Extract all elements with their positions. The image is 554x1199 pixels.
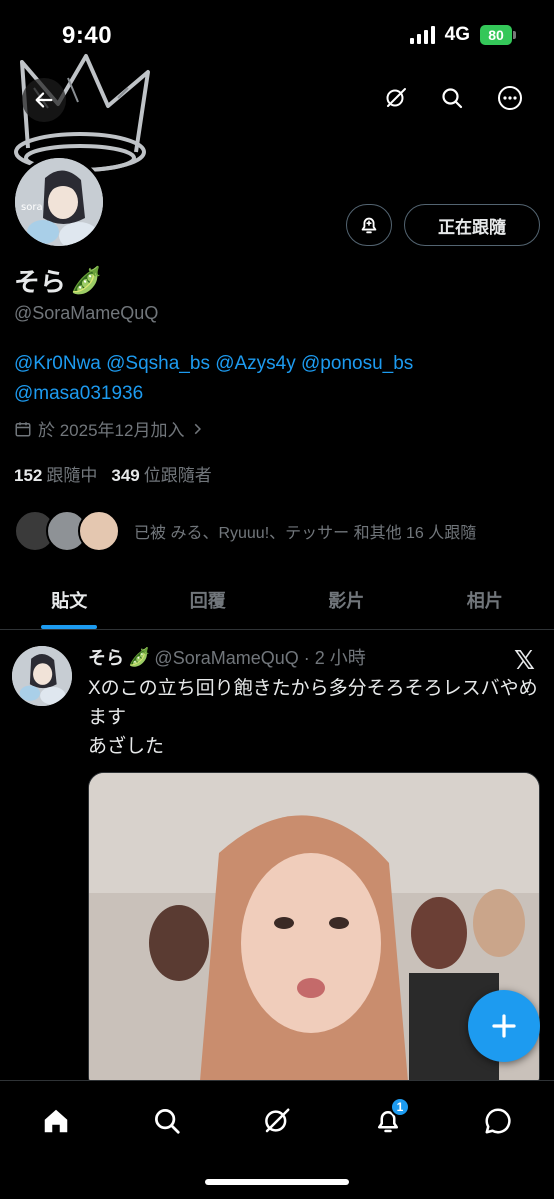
following-button[interactable]: 正在跟隨	[404, 204, 540, 246]
nav-search[interactable]	[143, 1097, 191, 1145]
post-avatar[interactable]	[12, 646, 72, 706]
nav-notifications[interactable]: 1	[364, 1097, 412, 1145]
tab-posts[interactable]: 貼文	[0, 570, 139, 629]
followers-stat[interactable]: 349 位跟隨者	[111, 461, 211, 486]
post-text: Xのこの立ち回り飽きたから多分そろそろレスバやめます あざした	[88, 678, 538, 757]
search-icon	[155, 1109, 180, 1134]
status-time: 9:40	[62, 22, 113, 49]
bio-mentions-line2[interactable]: @masa031936	[14, 379, 534, 409]
x-logo-icon: 𝕏	[514, 645, 535, 675]
pea-emoji: 🫛	[70, 265, 103, 295]
post-author-emoji: 🫛	[128, 646, 151, 667]
network-label: 4G	[444, 24, 470, 45]
profile-handle: @SoraMameQuQ	[14, 303, 159, 323]
profile-tabs: 貼文 回覆 影片 相片	[0, 570, 554, 630]
tab-replies[interactable]: 回覆	[139, 570, 278, 629]
chat-icon	[485, 1108, 511, 1134]
profile-avatar[interactable]: sora	[12, 155, 106, 249]
back-button[interactable]	[22, 78, 66, 122]
followed-by-row[interactable]: 已被 みる、Ryuuu!、テッサー 和其他 16 人跟隨	[14, 510, 476, 552]
chevron-right-icon	[195, 423, 202, 434]
follower-avatar	[78, 510, 120, 552]
signal-icon	[409, 26, 435, 44]
tab-videos[interactable]: 影片	[277, 570, 416, 629]
post-meta: @SoraMameQuQ · 2 小時	[154, 648, 366, 668]
followed-by-text: 已被 みる、Ryuuu!、テッサー 和其他 16 人跟隨	[134, 525, 477, 542]
nav-home[interactable]	[32, 1097, 80, 1145]
display-name-text: そら	[14, 267, 67, 297]
joined-text: 於 2025年12月加入	[38, 421, 185, 440]
battery-icon: 80	[480, 25, 516, 45]
notification-badge: 1	[390, 1097, 410, 1117]
search-icon	[442, 88, 463, 109]
grok-icon	[386, 88, 406, 107]
status-indicators: 4G 80	[409, 24, 516, 46]
home-indicator	[205, 1179, 349, 1185]
grok-button[interactable]	[376, 78, 416, 118]
compose-button[interactable]	[468, 990, 540, 1062]
post-author-name[interactable]: そら	[88, 644, 124, 670]
notify-button[interactable]	[346, 204, 392, 246]
avatar-text: sora	[21, 202, 43, 213]
plus-icon	[492, 1014, 516, 1038]
display-name: そら 🫛	[14, 262, 102, 299]
arrow-left-icon	[35, 92, 53, 108]
bell-plus-icon	[361, 217, 377, 234]
grok-icon	[265, 1108, 290, 1133]
home-icon	[44, 1109, 68, 1133]
following-stat[interactable]: 152 跟隨中	[14, 461, 97, 486]
more-button[interactable]	[490, 78, 530, 118]
more-icon	[498, 86, 522, 110]
follow-stats: 152 跟隨中 349 位跟隨者	[14, 461, 212, 486]
search-button[interactable]	[432, 78, 472, 118]
nav-grok[interactable]	[253, 1097, 301, 1145]
calendar-icon	[15, 421, 31, 436]
post-header: そら 🫛 @SoraMameQuQ · 2 小時	[88, 644, 366, 670]
bottom-nav: 1	[0, 1080, 554, 1199]
joined-date: 於 2025年12月加入	[14, 416, 204, 441]
nav-messages[interactable]	[474, 1097, 522, 1145]
battery-level: 80	[480, 25, 512, 45]
bio-mentions-line1[interactable]: @Kr0Nwa @Sqsha_bs @Azys4y @ponosu_bs	[14, 349, 534, 379]
profile-bio: @Kr0Nwa @Sqsha_bs @Azys4y @ponosu_bs @ma…	[14, 349, 534, 409]
tab-photos[interactable]: 相片	[416, 570, 554, 629]
